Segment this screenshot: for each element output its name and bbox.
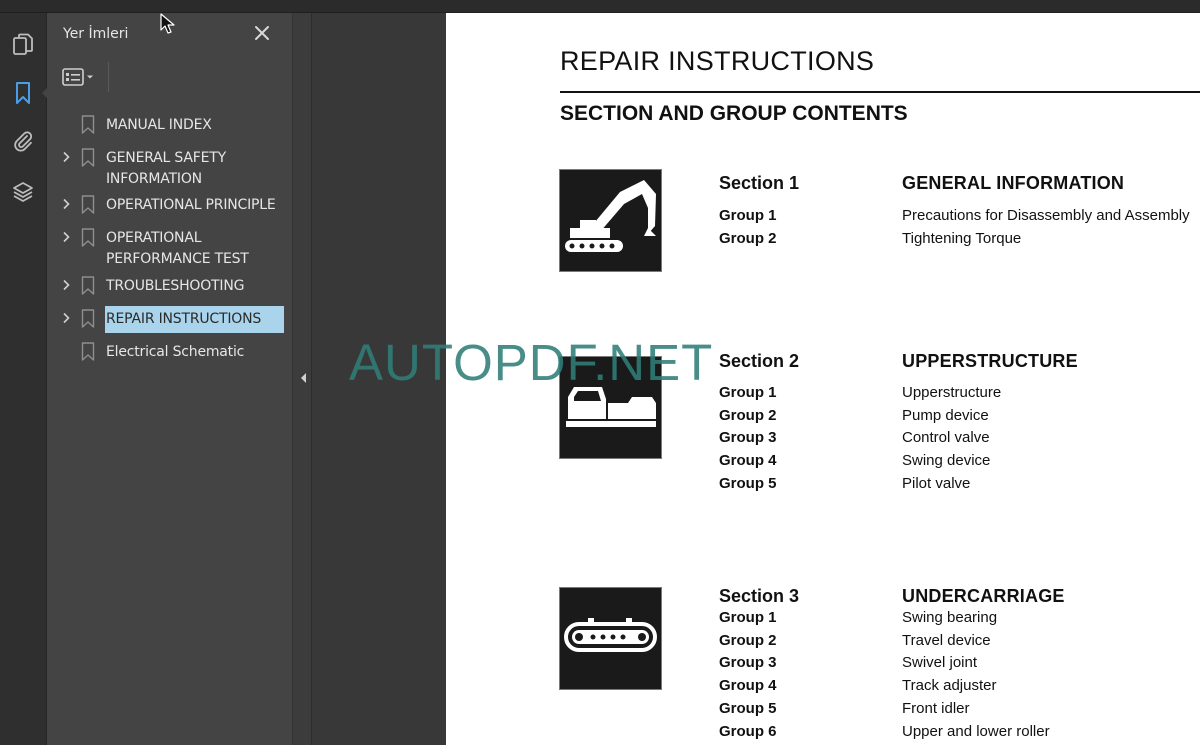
panel-splitter[interactable]	[292, 13, 312, 745]
group-description[interactable]: Upper and lower roller	[902, 723, 1050, 740]
group-description[interactable]: Upperstructure	[902, 384, 1001, 401]
section-heading: Section 2	[719, 351, 800, 371]
bookmark-label: GENERAL SAFETY INFORMATION	[106, 150, 226, 187]
group-label: Group 2	[719, 632, 777, 649]
page-title: REPAIR INSTRUCTIONS	[560, 46, 875, 76]
bookmark-icon[interactable]	[9, 79, 50, 107]
attachment-icon[interactable]	[9, 127, 37, 155]
group-label: Group 4	[719, 452, 777, 469]
bookmark-icon	[81, 148, 95, 167]
mouse-cursor-icon	[160, 13, 176, 35]
group-label: Group 2	[719, 230, 777, 247]
pages-icon[interactable]	[9, 31, 37, 59]
group-description[interactable]: Precautions for Disassembly and Assembly	[902, 207, 1190, 224]
group-description[interactable]: Pump device	[902, 407, 989, 424]
group-description[interactable]: Front idler	[902, 700, 970, 717]
bookmark-icon	[81, 195, 95, 214]
section-title: UNDERCARRIAGE	[902, 586, 1065, 606]
group-label: Group 3	[719, 429, 777, 446]
group-description[interactable]: Tightening Torque	[902, 230, 1021, 247]
bookmark-icon	[81, 115, 95, 134]
section-heading: Section 3	[719, 586, 800, 606]
group-label: Group 6	[719, 723, 777, 740]
group-description[interactable]: Swing bearing	[902, 609, 997, 626]
chevron-right-icon[interactable]	[60, 312, 72, 324]
excavator-icon	[559, 169, 662, 272]
bookmark-label: MANUAL INDEX	[106, 117, 212, 133]
chevron-right-icon[interactable]	[60, 151, 72, 163]
bookmark-label: TROUBLESHOOTING	[106, 278, 245, 294]
bookmark-options-button[interactable]	[62, 66, 102, 88]
track-icon	[559, 587, 662, 690]
group-description[interactable]: Travel device	[902, 632, 991, 649]
bookmark-icon	[81, 228, 95, 247]
group-label: Group 3	[719, 654, 777, 671]
group-label: Group 1	[719, 207, 777, 224]
watermark: AUTOPDF.NET	[349, 334, 714, 391]
group-label: Group 5	[719, 700, 777, 717]
bookmark-label: OPERATIONAL PRINCIPLE	[106, 197, 276, 213]
close-icon[interactable]	[251, 22, 273, 44]
chevron-right-icon[interactable]	[60, 279, 72, 291]
group-description[interactable]: Swivel joint	[902, 654, 977, 671]
group-label: Group 4	[719, 677, 777, 694]
toolbar-divider	[108, 62, 109, 92]
bookmark-icon	[81, 309, 95, 328]
top-toolbar-strip	[0, 0, 1200, 13]
chevron-right-icon[interactable]	[60, 198, 72, 210]
bookmark-icon	[81, 276, 95, 295]
group-label: Group 1	[719, 384, 777, 401]
left-icon-rail	[0, 13, 50, 745]
page-subtitle: SECTION AND GROUP CONTENTS	[560, 102, 908, 125]
title-divider	[560, 91, 1200, 93]
list-options-icon	[62, 68, 84, 86]
group-label: Group 5	[719, 475, 777, 492]
chevron-down-icon	[87, 75, 93, 79]
group-description[interactable]: Pilot valve	[902, 475, 970, 492]
bookmark-label: REPAIR INSTRUCTIONS	[105, 306, 284, 333]
panel-title: Yer İmleri	[63, 26, 129, 42]
group-label: Group 2	[719, 407, 777, 424]
section-heading: Section 1	[719, 173, 800, 193]
chevron-right-icon[interactable]	[60, 231, 72, 243]
bookmarks-panel: Yer İmleri MANUAL INDEX GENERAL SAFETY IN…	[47, 13, 292, 745]
section-title: UPPERSTRUCTURE	[902, 351, 1078, 371]
group-description[interactable]: Control valve	[902, 429, 990, 446]
bookmark-label: OPERATIONAL PERFORMANCE TEST	[106, 230, 249, 267]
section-title: GENERAL INFORMATION	[902, 173, 1125, 193]
layers-icon[interactable]	[9, 178, 37, 206]
group-label: Group 1	[719, 609, 777, 626]
group-description[interactable]: Swing device	[902, 452, 990, 469]
group-description[interactable]: Track adjuster	[902, 677, 996, 694]
pdf-viewer-window: Yer İmleri MANUAL INDEX GENERAL SAFETY IN…	[0, 0, 1200, 745]
bookmark-label: Electrical Schematic	[106, 344, 245, 360]
bookmark-icon	[81, 342, 95, 361]
collapse-panel-icon[interactable]	[298, 371, 308, 385]
